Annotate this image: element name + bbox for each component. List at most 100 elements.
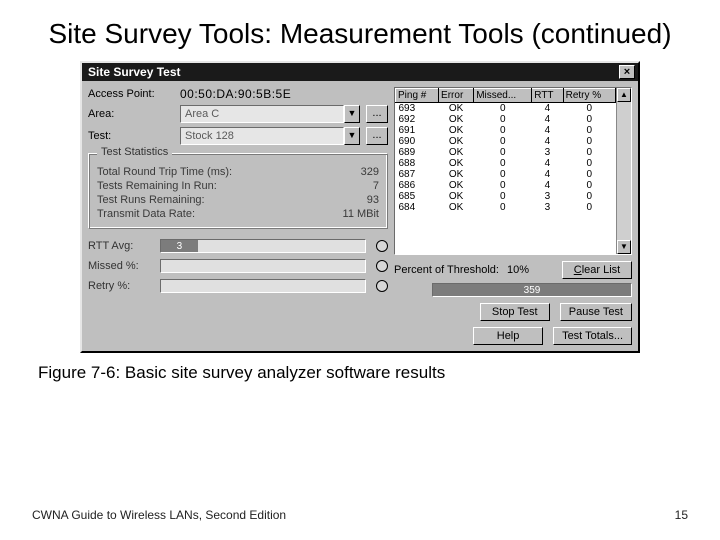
table-cell: 3 (532, 202, 563, 213)
table-row[interactable]: 688OK040 (396, 158, 616, 169)
table-row[interactable]: 684OK030 (396, 202, 616, 213)
table-cell: OK (439, 136, 474, 147)
table-cell: 0 (474, 158, 532, 169)
col-ping[interactable]: Ping # (396, 89, 439, 103)
table-cell: 3 (532, 191, 563, 202)
close-button[interactable]: × (619, 65, 635, 79)
table-cell: 0 (474, 125, 532, 136)
rtt-avg-fill: 3 (161, 240, 198, 252)
access-point-value: 00:50:DA:90:5B:5E (180, 87, 291, 101)
stat-value: 7 (373, 180, 379, 192)
table-cell: 0 (563, 202, 615, 213)
missed-pct-bar (160, 259, 366, 273)
table-row[interactable]: 691OK040 (396, 125, 616, 136)
table-cell: 0 (563, 103, 615, 115)
stat-value: 93 (367, 194, 379, 206)
stat-label: Test Runs Remaining: (97, 194, 205, 206)
rtt-led-icon (376, 240, 388, 252)
table-cell: 0 (474, 103, 532, 115)
results-grid[interactable]: Ping # Error Missed... RTT Retry % 693OK… (394, 87, 632, 255)
rtt-avg-label: RTT Avg: (88, 240, 160, 252)
chevron-down-icon[interactable]: ▼ (344, 127, 360, 145)
table-row[interactable]: 686OK040 (396, 180, 616, 191)
footer-source: CWNA Guide to Wireless LANs, Second Edit… (32, 508, 286, 522)
table-cell: 0 (474, 202, 532, 213)
area-label: Area: (88, 108, 180, 120)
stop-test-button[interactable]: Stop Test (480, 303, 550, 321)
vertical-scrollbar[interactable]: ▲ ▼ (616, 88, 631, 254)
test-dropdown[interactable]: Stock 128 (180, 127, 344, 145)
table-cell: OK (439, 147, 474, 158)
table-cell: 0 (563, 180, 615, 191)
stat-label: Transmit Data Rate: (97, 208, 195, 220)
scroll-up-icon[interactable]: ▲ (617, 88, 631, 102)
stat-row: Test Runs Remaining: 93 (97, 194, 379, 206)
stat-label: Total Round Trip Time (ms): (97, 166, 232, 178)
col-missed[interactable]: Missed... (474, 89, 532, 103)
table-cell: OK (439, 103, 474, 115)
threshold-value: 10% (507, 264, 529, 276)
table-cell: 0 (474, 169, 532, 180)
table-cell: 0 (474, 147, 532, 158)
col-rtt[interactable]: RTT (532, 89, 563, 103)
stat-row: Total Round Trip Time (ms): 329 (97, 166, 379, 178)
table-cell: 685 (396, 191, 439, 202)
table-row[interactable]: 693OK040 (396, 103, 616, 115)
col-retry[interactable]: Retry % (563, 89, 615, 103)
table-cell: 3 (532, 147, 563, 158)
table-cell: 0 (563, 158, 615, 169)
table-cell: 684 (396, 202, 439, 213)
scroll-down-icon[interactable]: ▼ (617, 240, 631, 254)
rtt-avg-bar: 3 (160, 239, 366, 253)
table-cell: 0 (563, 136, 615, 147)
retry-pct-label: Retry %: (88, 280, 160, 292)
area-dropdown[interactable]: Area C (180, 105, 344, 123)
table-row[interactable]: 689OK030 (396, 147, 616, 158)
pause-test-button[interactable]: Pause Test (560, 303, 632, 321)
table-cell: 688 (396, 158, 439, 169)
table-cell: OK (439, 169, 474, 180)
table-row[interactable]: 690OK040 (396, 136, 616, 147)
table-cell: 693 (396, 103, 439, 115)
test-label: Test: (88, 130, 180, 142)
test-totals-button[interactable]: Test Totals... (553, 327, 632, 345)
table-cell: 0 (474, 191, 532, 202)
stat-value: 11 MBit (343, 208, 379, 220)
table-cell: 0 (563, 125, 615, 136)
col-error[interactable]: Error (439, 89, 474, 103)
table-cell: 689 (396, 147, 439, 158)
clear-list-button[interactable]: Clear List (562, 261, 632, 279)
table-cell: 690 (396, 136, 439, 147)
app-window: Site Survey Test × Access Point: 00:50:D… (80, 61, 640, 353)
chevron-down-icon[interactable]: ▼ (344, 105, 360, 123)
grid-header-row: Ping # Error Missed... RTT Retry % (396, 89, 616, 103)
table-cell: 0 (563, 169, 615, 180)
table-row[interactable]: 685OK030 (396, 191, 616, 202)
table-cell: 4 (532, 158, 563, 169)
stat-label: Tests Remaining In Run: (97, 180, 217, 192)
retry-led-icon (376, 280, 388, 292)
table-cell: 4 (532, 180, 563, 191)
table-row[interactable]: 692OK040 (396, 114, 616, 125)
table-cell: 687 (396, 169, 439, 180)
table-cell: 0 (563, 191, 615, 202)
titlebar[interactable]: Site Survey Test × (82, 63, 638, 81)
table-row[interactable]: 687OK040 (396, 169, 616, 180)
table-cell: 0 (474, 114, 532, 125)
test-more-button[interactable]: ... (366, 127, 388, 145)
run-progress-bar: 359 (432, 283, 632, 297)
retry-pct-bar (160, 279, 366, 293)
table-cell: OK (439, 125, 474, 136)
table-cell: 692 (396, 114, 439, 125)
table-cell: 691 (396, 125, 439, 136)
group-legend: Test Statistics (97, 146, 172, 158)
help-button[interactable]: Help (473, 327, 543, 345)
figure-caption: Figure 7-6: Basic site survey analyzer s… (38, 363, 688, 383)
table-cell: OK (439, 114, 474, 125)
table-cell: 686 (396, 180, 439, 191)
table-cell: 4 (532, 125, 563, 136)
missed-pct-label: Missed %: (88, 260, 160, 272)
table-cell: 4 (532, 114, 563, 125)
stat-row: Tests Remaining In Run: 7 (97, 180, 379, 192)
area-more-button[interactable]: ... (366, 105, 388, 123)
